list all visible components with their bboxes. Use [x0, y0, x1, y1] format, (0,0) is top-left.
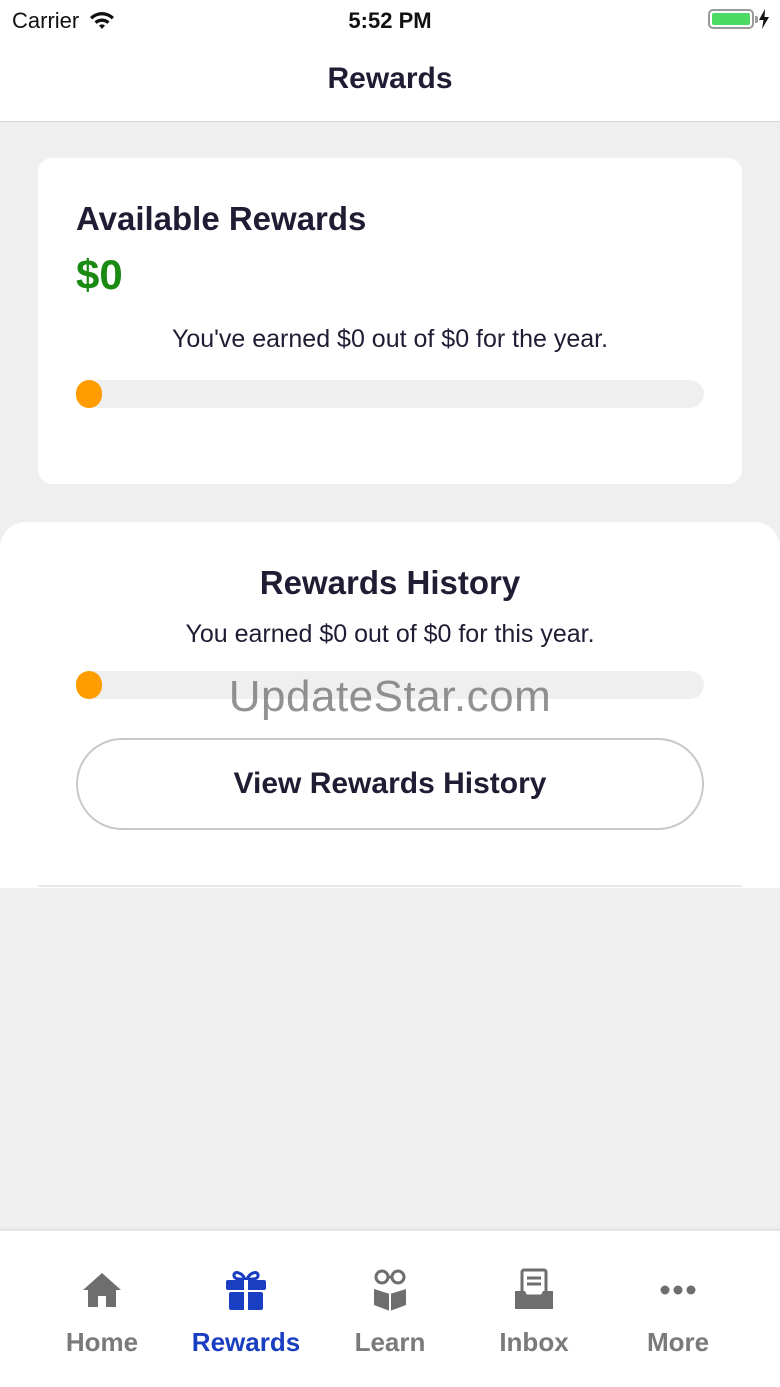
available-progress-indicator [76, 380, 102, 408]
tab-more[interactable]: More [606, 1231, 750, 1387]
status-bar: Carrier 5:52 PM [0, 0, 780, 40]
available-rewards-card: Available Rewards $0 You've earned $0 ou… [38, 158, 742, 484]
battery-indicator [708, 9, 770, 29]
home-icon [83, 1273, 121, 1307]
tab-bar: Home Rewards Learn Inbox More [0, 1228, 780, 1387]
rewards-history-note: You earned $0 out of $0 for this year. [185, 620, 595, 648]
charging-bolt-icon [759, 9, 769, 29]
gift-icon [226, 1271, 266, 1310]
tab-rewards[interactable]: Rewards [174, 1231, 318, 1387]
tab-home[interactable]: Home [30, 1231, 174, 1387]
tab-inbox[interactable]: Inbox [462, 1231, 606, 1387]
tab-more-label: More [646, 1327, 710, 1357]
tab-inbox-label: Inbox [499, 1327, 569, 1357]
battery-icon [708, 9, 758, 29]
status-time: 5:52 PM [348, 8, 432, 33]
page-title: Rewards [327, 62, 453, 95]
view-rewards-history-button[interactable]: View Rewards History [76, 738, 704, 830]
divider [38, 885, 742, 887]
watermark-text: UpdateStar.com [228, 672, 552, 721]
navigation-bar: Rewards [0, 40, 780, 122]
available-progress-bar [76, 380, 704, 408]
available-rewards-note: You've earned $0 out of $0 for the year. [171, 325, 609, 353]
tab-home-label: Home [65, 1327, 139, 1357]
inbox-icon [515, 1268, 553, 1309]
available-rewards-title: Available Rewards [76, 200, 367, 237]
tab-learn[interactable]: Learn [318, 1231, 462, 1387]
battery-fill [712, 13, 750, 25]
tab-rewards-label: Rewards [191, 1327, 301, 1357]
available-rewards-amount: $0 [76, 251, 123, 298]
more-icon [660, 1285, 696, 1295]
learn-icon [374, 1269, 406, 1311]
tab-learn-label: Learn [354, 1327, 426, 1357]
rewards-history-title: Rewards History [259, 564, 521, 601]
